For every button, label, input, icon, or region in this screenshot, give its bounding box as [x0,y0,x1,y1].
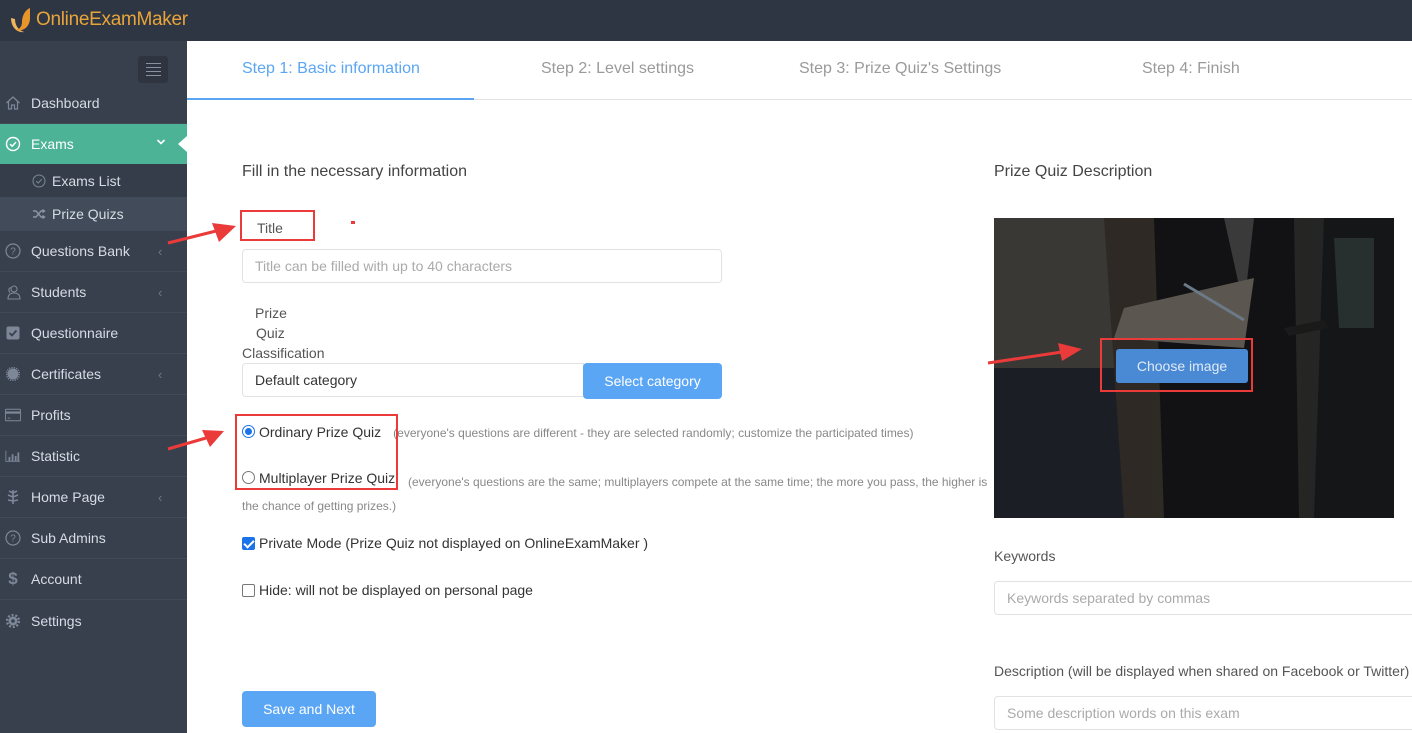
sidebar-item-questionnaire[interactable]: Questionnaire [0,313,187,354]
classification-label-line2: Quiz [256,325,285,341]
top-bar: OnlineExamMaker [0,0,1412,41]
sidebar-item-questions-bank[interactable]: ? Questions Bank ‹ [0,231,187,272]
sidebar-nav: Dashboard Exams Exams List Prize Quizs ?… [0,83,187,641]
description-input[interactable] [994,696,1412,730]
sidebar-item-label: Questionnaire [31,325,119,341]
title-input[interactable] [242,249,722,283]
sidebar-item-home-page[interactable]: Home Page ‹ [0,477,187,518]
dollar-icon: $ [8,569,18,588]
chevron-left-icon: ‹ [158,367,163,382]
sidebar-item-label: Sub Admins [31,530,106,546]
leaf-icon [5,489,21,505]
sidebar-item-profits[interactable]: Profits [0,395,187,436]
keywords-input[interactable] [994,581,1412,615]
home-icon [5,95,21,111]
sidebar-item-label: Profits [31,407,71,423]
exams-submenu: Exams List Prize Quizs [0,164,187,231]
sidebar-item-exams-list[interactable]: Exams List [0,164,187,197]
annotation-arrow-icon [167,223,236,245]
checkbox-icon [5,325,21,341]
title-highlight-box [240,210,315,241]
description-label: Description (will be displayed when shar… [994,663,1410,679]
hamburger-line [145,67,161,68]
choose-image-highlight-box [1100,338,1253,392]
brand-logo[interactable]: OnlineExamMaker [8,6,188,34]
chevron-down-icon [156,136,166,150]
chevron-left-icon: ‹ [158,244,163,259]
chevron-left-icon: ‹ [158,285,163,300]
tab-step-1[interactable]: Step 1: Basic information [242,60,420,78]
private-mode-label: Private Mode (Prize Quiz not displayed o… [259,535,649,551]
keywords-label: Keywords [994,548,1056,564]
sidebar-item-label: Questions Bank [31,243,130,259]
sidebar-item-label: Dashboard [31,95,100,111]
sidebar-item-label: Exams [31,136,74,152]
sidebar-item-label: Certificates [31,366,102,382]
sidebar-item-exams[interactable]: Exams [0,124,187,164]
logo-flame-icon [8,6,34,34]
hide-option[interactable]: Hide: will not be displayed on personal … [242,582,533,598]
sidebar-item-settings[interactable]: Settings [0,600,187,641]
quiz-type-highlight-box [235,414,398,490]
private-mode-checkbox[interactable] [242,536,255,550]
certificate-icon [5,366,21,382]
chevron-left-icon: ‹ [158,490,163,505]
shuffle-icon [32,207,46,221]
hide-label: Hide: will not be displayed on personal … [259,582,533,598]
hide-checkbox[interactable] [242,583,255,597]
bar-chart-icon [5,448,21,464]
sidebar-toggle-button[interactable] [138,56,168,83]
sidebar-item-prize-quizs[interactable]: Prize Quizs [0,197,187,230]
annotation-arrow-icon [987,343,1082,365]
hamburger-line [145,75,161,76]
select-category-button[interactable]: Select category [583,363,722,399]
category-input[interactable] [242,363,584,397]
sidebar-item-students[interactable]: Students ‹ [0,272,187,313]
brand-name: OnlineExamMaker [36,9,188,30]
credit-card-icon [5,407,21,423]
annotation-arrow-icon [167,430,224,451]
sidebar-item-certificates[interactable]: Certificates ‹ [0,354,187,395]
users-icon [5,284,21,300]
check-circle-icon [5,136,21,152]
sidebar-item-label: Statistic [31,448,81,464]
ordinary-hint: (everyone's questions are different - th… [393,426,914,440]
hamburger-line [145,71,161,72]
annotation-dot [351,221,355,224]
sidebar-item-sub-admins[interactable]: ? Sub Admins [0,518,187,559]
svg-text:?: ? [10,534,16,545]
question-circle-icon: ? [5,530,21,546]
sidebar: Dashboard Exams Exams List Prize Quizs ?… [0,41,187,733]
form-section-title: Fill in the necessary information [242,163,467,180]
gear-icon [5,613,21,629]
sidebar-item-label: Prize Quizs [52,205,124,222]
private-mode-option[interactable]: Private Mode (Prize Quiz not displayed o… [242,535,648,551]
sidebar-item-label: Account [31,571,82,587]
sidebar-item-label: Exams List [52,172,121,189]
sidebar-item-dashboard[interactable]: Dashboard [0,83,187,124]
hamburger-line [145,63,161,64]
sidebar-item-label: Home Page [31,489,105,505]
sidebar-item-label: Students [31,284,87,300]
svg-text:?: ? [10,247,16,258]
question-circle-icon: ? [5,243,21,259]
description-panel-title: Prize Quiz Description [994,163,1153,180]
active-indicator [178,136,187,152]
sidebar-item-account[interactable]: $ Account [0,559,187,600]
check-circle-icon [32,174,46,188]
tab-step-2[interactable]: Step 2: Level settings [541,60,694,78]
classification-label-line3: Classification [242,345,325,361]
classification-label-line1: Prize [255,305,287,321]
tab-step-4[interactable]: Step 4: Finish [1142,60,1240,78]
wizard-steps: Step 1: Basic information Step 2: Level … [187,41,1412,100]
active-step-indicator [187,98,474,100]
sidebar-item-label: Settings [31,612,82,629]
save-and-next-button[interactable]: Save and Next [242,691,376,727]
tab-step-3[interactable]: Step 3: Prize Quiz's Settings [799,60,1001,78]
sidebar-item-statistic[interactable]: Statistic [0,436,187,477]
